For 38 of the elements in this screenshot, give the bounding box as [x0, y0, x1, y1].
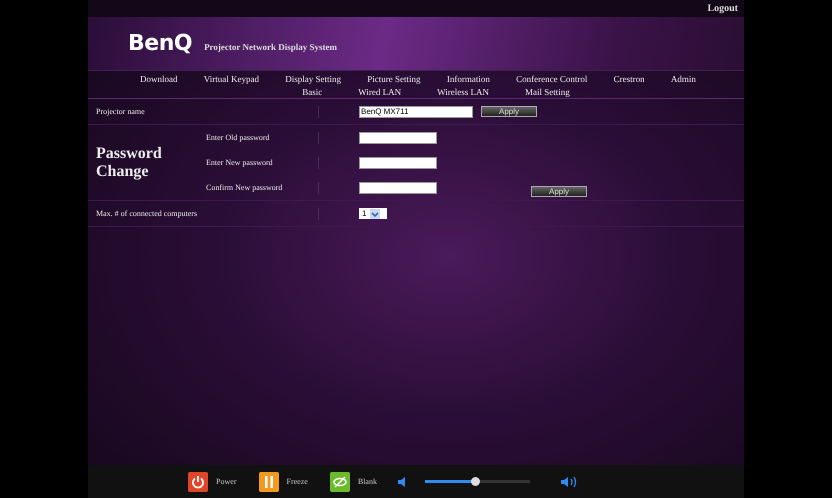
- nav-tab[interactable]: Picture Setting: [367, 74, 421, 84]
- apply-button[interactable]: Apply: [531, 186, 587, 197]
- field-label: Enter New password: [206, 158, 274, 167]
- nav-tab[interactable]: Virtual Keypad: [204, 74, 259, 84]
- logo: BenQ: [128, 31, 192, 56]
- password-field[interactable]: [359, 132, 437, 144]
- volume-slider[interactable]: [424, 480, 530, 483]
- subnav-tab[interactable]: Basic: [302, 87, 322, 97]
- field-label: Enter Old password: [206, 133, 271, 142]
- nav-tab[interactable]: Crestron: [614, 74, 645, 84]
- control-label: Blank: [358, 477, 377, 486]
- field-label: Confirm New password: [206, 183, 284, 192]
- logout-link[interactable]: Logout: [707, 3, 738, 14]
- field-label: Max. # of connected computers: [95, 209, 198, 218]
- projector-name-field[interactable]: BenQ MX711: [359, 106, 473, 118]
- volume-down-icon[interactable]: [396, 476, 407, 488]
- subnav-tab[interactable]: Wireless LAN: [437, 87, 489, 97]
- password-field[interactable]: [359, 182, 437, 194]
- password-field[interactable]: [359, 156, 437, 168]
- volume-up-icon[interactable]: [560, 476, 578, 488]
- nav-tab[interactable]: Admin: [670, 74, 696, 84]
- section-label: Password Change: [95, 144, 163, 180]
- apply-button[interactable]: Apply: [481, 106, 537, 117]
- control-label: Power: [216, 477, 236, 486]
- connections-dropdown[interactable]: 1: [359, 208, 387, 219]
- field-label: Projector name: [95, 107, 146, 116]
- pause-icon[interactable]: [258, 472, 278, 492]
- control-label: Freeze: [286, 477, 308, 486]
- nav-tab[interactable]: Download: [140, 74, 178, 84]
- nav-tab[interactable]: Conference Control: [516, 74, 588, 84]
- site-title: Projector Network Display System: [204, 42, 337, 52]
- eye-slash-icon[interactable]: [330, 472, 350, 492]
- nav-tab[interactable]: Information: [446, 74, 490, 84]
- caret-icon: [370, 208, 380, 218]
- subnav-tab[interactable]: Mail Setting: [525, 87, 570, 97]
- nav-tab[interactable]: Display Setting: [285, 74, 342, 84]
- subnav-tab[interactable]: Wired LAN: [358, 87, 402, 97]
- power-icon[interactable]: [188, 472, 208, 492]
